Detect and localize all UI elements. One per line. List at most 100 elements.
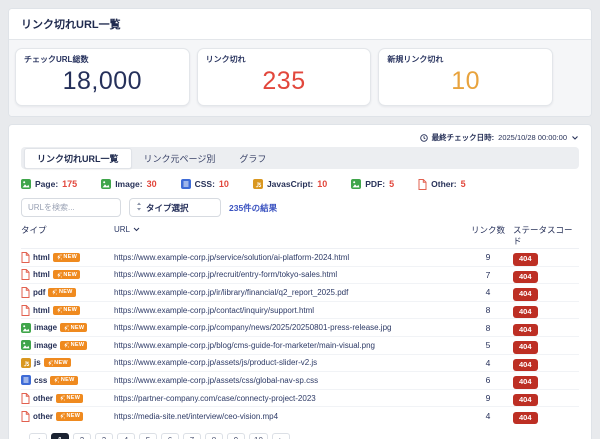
page-button-2[interactable]: 2 (73, 433, 91, 439)
card-label: 新規リンク切れ (387, 54, 544, 65)
file-type-label: image (34, 323, 57, 332)
broken-url[interactable]: https://media-site.net/interview/ceo-vis… (114, 412, 471, 421)
link-count: 7 (471, 270, 505, 280)
col-type[interactable]: タイプ (21, 225, 114, 236)
broken-url[interactable]: https://www.example-corp.jp/service/solu… (114, 253, 471, 262)
broken-url[interactable]: https://www.example-corp.jp/blog/cms-gui… (114, 341, 471, 350)
tab-by-source-page[interactable]: リンク元ページ別 (132, 149, 228, 168)
broken-url[interactable]: https://www.example-corp.jp/contact/inqu… (114, 306, 471, 315)
spark-icon (59, 413, 65, 419)
page-button-1[interactable]: 1 (51, 433, 69, 439)
table-row[interactable]: otherNEW https://partner-company.com/cas… (21, 390, 579, 408)
image-icon (21, 340, 31, 350)
stat-other: Other: 5 (418, 179, 466, 190)
stat-image: Image: 30 (101, 179, 156, 189)
summary-cards: チェックURL総数 18,000 リンク切れ 235 新規リンク切れ 10 (9, 40, 591, 116)
spark-icon (63, 325, 69, 331)
broken-url[interactable]: https://www.example-corp.jp/assets/js/pr… (114, 358, 471, 367)
table-row[interactable]: htmlNEW https://www.example-corp.jp/recr… (21, 267, 579, 285)
page-button-8[interactable]: 8 (205, 433, 223, 439)
file-type-label: html (33, 253, 50, 262)
link-count: 5 (471, 340, 505, 350)
page-button-7[interactable]: 7 (183, 433, 201, 439)
card-value: 235 (206, 67, 363, 96)
spark-icon (53, 377, 59, 383)
pagination: < 1 2 3 4 5 6 7 8 9 10 > (21, 433, 579, 439)
table-row[interactable]: htmlNEW https://www.example-corp.jp/serv… (21, 249, 579, 267)
file-type-label: html (33, 306, 50, 315)
table-row[interactable]: imageNEW https://www.example-corp.jp/blo… (21, 337, 579, 355)
spark-icon (59, 395, 65, 401)
file-type-label: js (34, 358, 41, 367)
link-count: 6 (471, 375, 505, 385)
image-icon (21, 323, 31, 333)
spark-icon (56, 307, 62, 313)
broken-url[interactable]: https://www.example-corp.jp/assets/css/g… (114, 376, 471, 385)
filter-row: タイプ選択 235件の結果 (21, 198, 579, 217)
status-code-badge: 404 (513, 412, 538, 424)
doc-icon (21, 411, 30, 422)
new-badge: NEW (53, 270, 80, 279)
link-count: 9 (471, 393, 505, 403)
broken-url[interactable]: https://www.example-corp.jp/ir/library/f… (114, 288, 471, 297)
image-icon (101, 179, 111, 189)
card-total-checked: チェックURL総数 18,000 (15, 48, 190, 106)
status-code-badge: 404 (513, 324, 538, 336)
broken-url-table: タイプ URL リンク数 ステータスコード htmlNEW https://ww… (21, 222, 579, 425)
card-value: 10 (387, 67, 544, 96)
url-search-input[interactable] (21, 198, 121, 217)
js-icon (21, 358, 31, 368)
table-row[interactable]: otherNEW https://media-site.net/intervie… (21, 407, 579, 425)
col-status-code[interactable]: ステータスコード (505, 225, 579, 246)
spark-icon (56, 272, 62, 278)
status-code-badge: 404 (513, 271, 538, 283)
page-button-5[interactable]: 5 (139, 433, 157, 439)
tab-graph[interactable]: グラフ (227, 149, 278, 168)
stat-javascript: JavasCript: 10 (253, 179, 327, 189)
link-count: 9 (471, 252, 505, 262)
table-row[interactable]: imageNEW https://www.example-corp.jp/com… (21, 319, 579, 337)
file-type-label: image (34, 341, 57, 350)
card-new-broken-links: 新規リンク切れ 10 (378, 48, 553, 106)
last-check-row[interactable]: 最終チェック日時: 2025/10/28 00:00:00 (21, 131, 579, 144)
file-type-label: pdf (33, 288, 45, 297)
css-icon (181, 179, 191, 189)
card-label: リンク切れ (206, 54, 363, 65)
spark-icon (51, 289, 57, 295)
col-link-count[interactable]: リンク数 (471, 225, 505, 236)
clock-icon (420, 134, 428, 142)
css-icon (21, 375, 31, 385)
doc-icon (21, 305, 30, 316)
page-button-4[interactable]: 4 (117, 433, 135, 439)
table-row[interactable]: cssNEW https://www.example-corp.jp/asset… (21, 372, 579, 390)
page-button-6[interactable]: 6 (161, 433, 179, 439)
status-code-badge: 404 (513, 341, 538, 353)
tab-broken-url-list[interactable]: リンク切れURL一覧 (24, 148, 132, 169)
prev-page-button[interactable]: < (29, 433, 47, 439)
table-row[interactable]: pdfNEW https://www.example-corp.jp/ir/li… (21, 284, 579, 302)
page-button-10[interactable]: 10 (249, 433, 268, 439)
result-count: 235件の結果 (229, 202, 277, 214)
broken-url[interactable]: https://partner-company.com/case/connect… (114, 394, 471, 403)
tab-bar: リンク切れURL一覧 リンク元ページ別 グラフ (21, 147, 579, 169)
doc-icon (21, 269, 30, 280)
image-icon (351, 179, 361, 189)
next-page-button[interactable]: > (272, 433, 290, 439)
table-row[interactable]: jsNEW https://www.example-corp.jp/assets… (21, 355, 579, 373)
col-url[interactable]: URL (114, 225, 471, 235)
new-badge: NEW (56, 412, 83, 421)
table-row[interactable]: htmlNEW https://www.example-corp.jp/cont… (21, 302, 579, 320)
spark-icon (56, 254, 62, 260)
file-type-label: html (33, 270, 50, 279)
new-badge: NEW (50, 376, 77, 385)
main-panel: 最終チェック日時: 2025/10/28 00:00:00 リンク切れURL一覧… (8, 124, 592, 439)
page-button-3[interactable]: 3 (95, 433, 113, 439)
status-code-badge: 404 (513, 288, 538, 300)
title-bar: リンク切れURL一覧 (9, 9, 591, 40)
broken-url[interactable]: https://www.example-corp.jp/recruit/entr… (114, 270, 471, 279)
chevron-down-icon[interactable] (571, 135, 579, 141)
broken-url[interactable]: https://www.example-corp.jp/company/news… (114, 323, 471, 332)
page-title: リンク切れURL一覧 (21, 19, 121, 31)
page-button-9[interactable]: 9 (227, 433, 245, 439)
type-select[interactable]: タイプ選択 (129, 198, 221, 217)
